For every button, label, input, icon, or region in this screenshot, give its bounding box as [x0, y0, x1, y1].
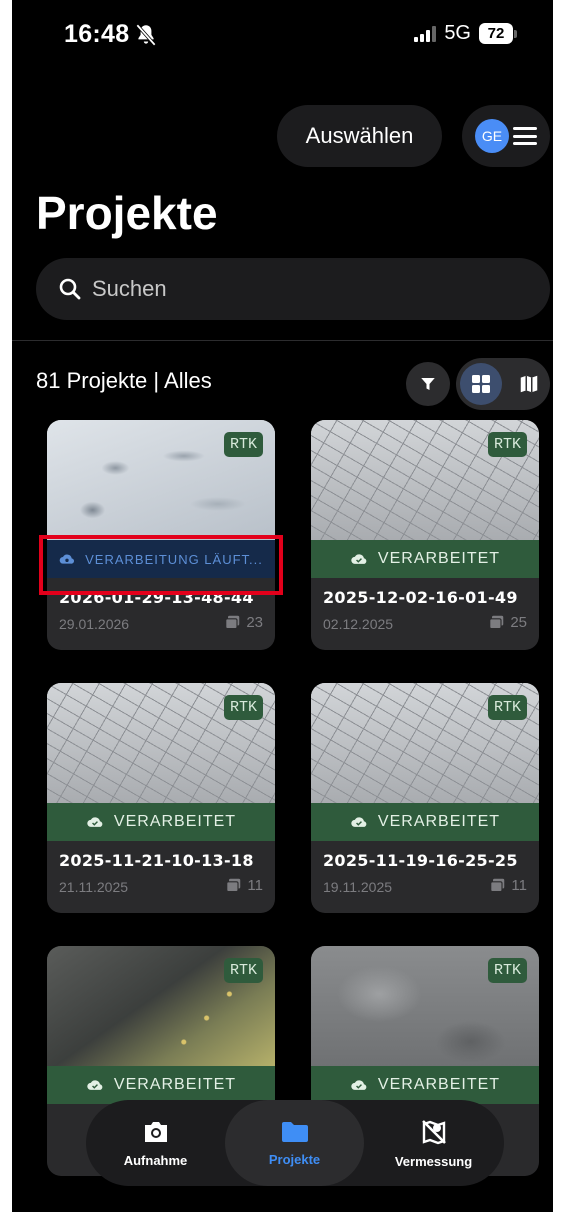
network-type: 5G [444, 22, 471, 44]
status-label: VERARBEITET [377, 813, 501, 830]
status-label: VERARBEITET [113, 1076, 237, 1093]
rtk-badge: RTK [223, 432, 263, 457]
status-label: VERARBEITET [377, 550, 501, 567]
rtk-badge: RTK [223, 695, 263, 720]
status-label: VERARBEITET [113, 813, 237, 830]
map-pin-off-icon [421, 1119, 446, 1144]
grid-icon [472, 375, 490, 393]
rtk-badge: RTK [223, 958, 263, 983]
folder-icon [281, 1121, 308, 1142]
project-name: 2025-11-19-16-25-25 [323, 851, 518, 870]
search-input[interactable] [92, 276, 492, 302]
bottom-navigation: Aufnahme Projekte Vermessung [86, 1100, 504, 1186]
cloud-check-icon [351, 554, 367, 564]
image-count: 25 [489, 614, 527, 631]
phone-screen: 16:48 5G 72 Auswählen GE Projekte 81 Pro… [12, 0, 553, 1212]
cloud-sync-icon [59, 554, 75, 564]
project-card[interactable]: RTK VERARBEITET 2025-12-02-16-01-49 02.1… [311, 420, 539, 650]
battery-level: 72 [479, 23, 513, 44]
image-count: 23 [225, 614, 263, 631]
profile-menu-button[interactable]: GE [462, 105, 550, 167]
cloud-check-icon [351, 1080, 367, 1090]
signal-icon [414, 25, 437, 42]
project-count-summary: 81 Projekte | Alles [36, 368, 212, 393]
images-icon [489, 615, 504, 630]
images-icon [225, 615, 240, 630]
cloud-check-icon [87, 817, 103, 827]
processed-status: VERARBEITET [311, 803, 539, 841]
filter-button[interactable] [406, 362, 450, 406]
camera-icon [144, 1121, 167, 1142]
project-date: 29.01.2026 [59, 616, 130, 632]
processing-status: VERARBEITUNG LÄUFT... [47, 540, 275, 578]
status-indicators: 5G 72 [414, 22, 517, 45]
processed-status: VERARBEITET [47, 1066, 275, 1104]
project-card[interactable]: RTK VERARBEITUNG LÄUFT... 2026-01-29-13-… [47, 420, 275, 650]
map-view-button[interactable] [518, 373, 540, 395]
cloud-check-icon [87, 1080, 103, 1090]
page-title: Projekte [36, 187, 218, 239]
project-name: 2025-11-21-10-13-18 [59, 851, 254, 870]
image-count: 11 [226, 877, 263, 894]
search-bar[interactable] [36, 258, 550, 320]
status-label: VERARBEITET [377, 1076, 501, 1093]
grid-view-button[interactable] [460, 363, 502, 405]
battery-icon: 72 [479, 23, 517, 44]
project-card[interactable]: RTK VERARBEITET 2025-11-19-16-25-25 19.1… [311, 683, 539, 913]
project-card[interactable]: RTK VERARBEITET 2025-11-21-10-13-18 21.1… [47, 683, 275, 913]
divider [12, 340, 553, 341]
cloud-check-icon [351, 817, 367, 827]
select-button[interactable]: Auswählen [277, 105, 442, 167]
project-date: 19.11.2025 [323, 879, 393, 895]
project-name: 2026-01-29-13-48-44 [59, 588, 254, 607]
hamburger-icon [513, 127, 537, 145]
nav-item-projekte[interactable]: Projekte [225, 1100, 364, 1186]
rtk-badge: RTK [487, 432, 527, 457]
rtk-badge: RTK [487, 695, 527, 720]
status-label: VERARBEITUNG LÄUFT... [85, 551, 263, 567]
avatar: GE [475, 119, 509, 153]
view-toggle[interactable] [456, 358, 550, 410]
images-icon [226, 878, 241, 893]
images-icon [490, 878, 505, 893]
nav-item-aufnahme[interactable]: Aufnahme [86, 1100, 225, 1186]
project-date: 02.12.2025 [323, 616, 394, 632]
processed-status: VERARBEITET [311, 1066, 539, 1104]
nav-item-vermessung[interactable]: Vermessung [364, 1100, 503, 1186]
project-date: 21.11.2025 [59, 879, 129, 895]
image-count: 11 [490, 877, 527, 894]
status-time: 16:48 [64, 20, 130, 48]
bell-off-icon [136, 24, 156, 46]
search-icon [59, 278, 81, 300]
processed-status: VERARBEITET [47, 803, 275, 841]
project-name: 2025-12-02-16-01-49 [323, 588, 518, 607]
filter-icon [421, 378, 435, 390]
rtk-badge: RTK [487, 958, 527, 983]
processed-status: VERARBEITET [311, 540, 539, 578]
